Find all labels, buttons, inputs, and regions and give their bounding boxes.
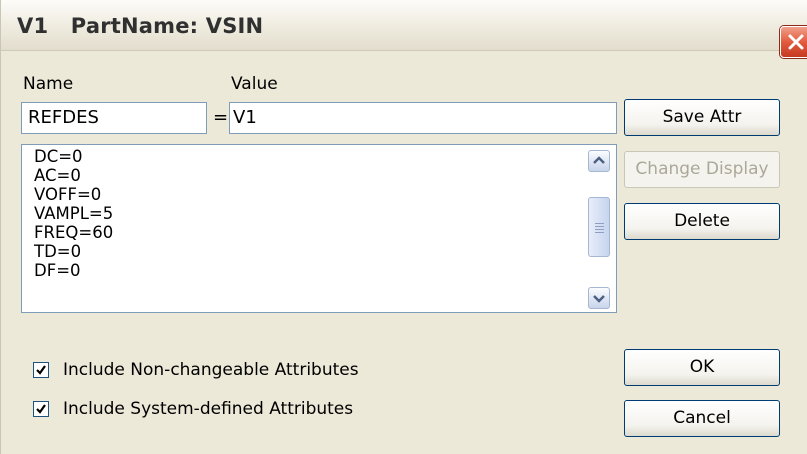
dialog-window: V1 PartName: VSIN Name Value REFDES = V1… xyxy=(0,0,807,454)
list-item[interactable]: FREQ=60 xyxy=(34,223,113,242)
system-defined-label[interactable]: Include System-defined Attributes xyxy=(63,399,353,419)
name-field[interactable]: REFDES xyxy=(21,102,207,134)
list-item[interactable]: VOFF=0 xyxy=(34,185,113,204)
delete-button[interactable]: Delete xyxy=(624,203,780,240)
ok-button[interactable]: OK xyxy=(624,349,780,386)
close-button[interactable] xyxy=(780,26,807,58)
chevron-up-icon xyxy=(593,156,605,164)
value-label: Value xyxy=(231,74,278,94)
scroll-up-button[interactable] xyxy=(588,150,610,172)
list-item[interactable]: DC=0 xyxy=(34,147,113,166)
list-item[interactable]: AC=0 xyxy=(34,166,113,185)
non-changeable-checkbox[interactable] xyxy=(33,362,49,378)
title-bar[interactable]: V1 PartName: VSIN xyxy=(1,0,807,58)
list-item[interactable]: DF=0 xyxy=(34,261,113,280)
list-item[interactable]: TD=0 xyxy=(34,242,113,261)
name-label: Name xyxy=(23,74,74,94)
scrollbar-thumb[interactable] xyxy=(588,197,610,257)
equals-sign: = xyxy=(213,107,229,128)
close-icon xyxy=(788,34,804,50)
list-item[interactable]: VAMPL=5 xyxy=(34,204,113,223)
change-display-button[interactable]: Change Display xyxy=(624,151,780,188)
value-field[interactable]: V1 xyxy=(229,102,617,134)
system-defined-checkbox[interactable] xyxy=(33,401,49,417)
attribute-list[interactable]: DC=0 AC=0 VOFF=0 VAMPL=5 FREQ=60 TD=0 DF… xyxy=(21,144,617,313)
window-title: V1 PartName: VSIN xyxy=(17,14,264,38)
cancel-button[interactable]: Cancel xyxy=(624,400,780,437)
non-changeable-label[interactable]: Include Non-changeable Attributes xyxy=(63,360,359,380)
chevron-down-icon xyxy=(593,295,605,303)
check-icon xyxy=(36,365,46,375)
check-icon xyxy=(36,404,46,414)
save-attr-button[interactable]: Save Attr xyxy=(624,99,780,136)
scroll-down-button[interactable] xyxy=(588,287,610,309)
